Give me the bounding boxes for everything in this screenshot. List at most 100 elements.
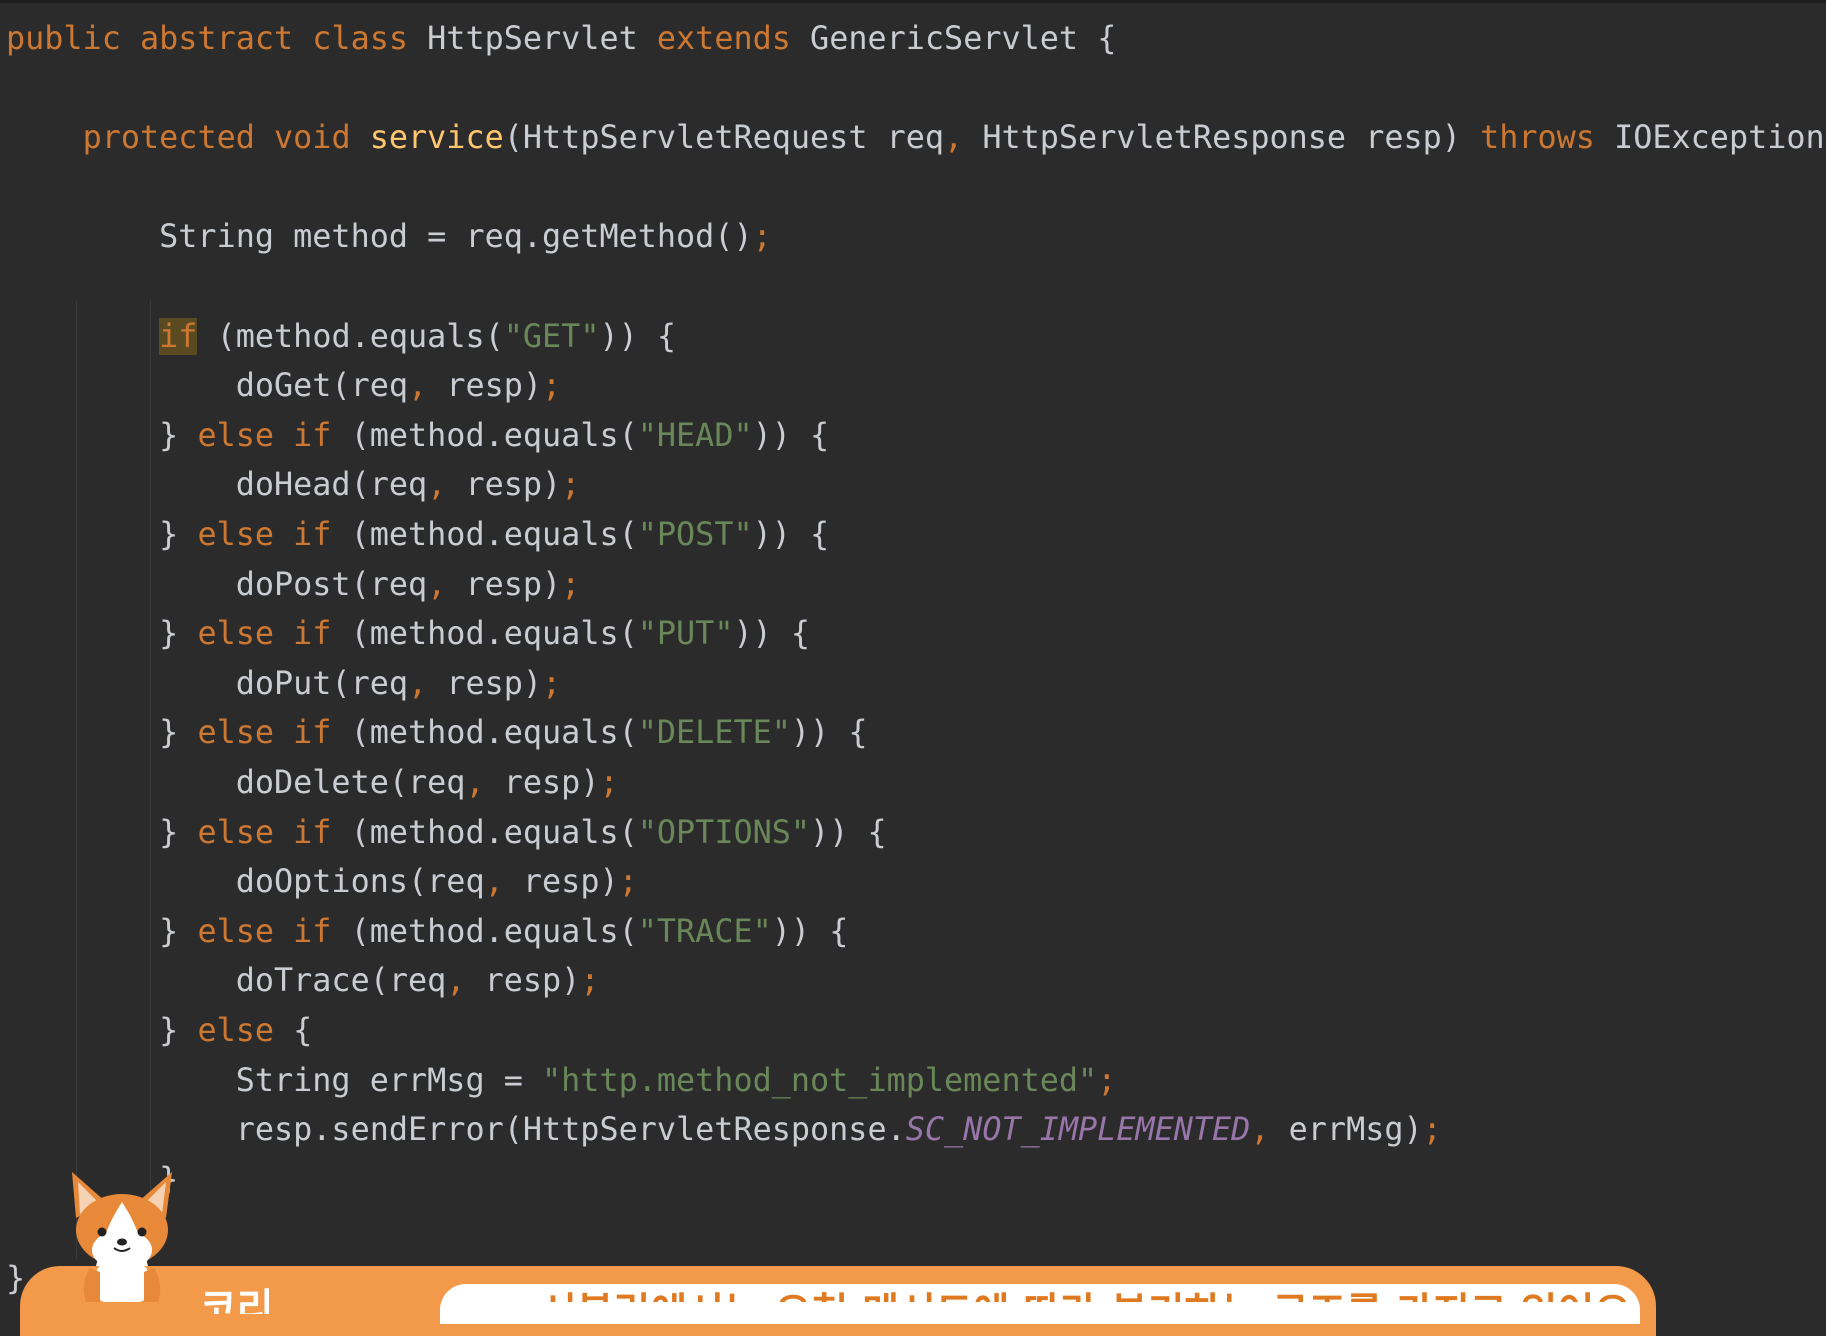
code-token: } [6,714,198,752]
code-token: ; [542,664,562,702]
code-token: (method.equals( [350,714,638,752]
code-token: doHead(req [6,466,428,504]
code-token: )) { [599,317,677,355]
code-token: (method.equals( [197,317,504,355]
code-token: )) { [752,416,830,454]
code-token: { [293,1012,313,1049]
code-line[interactable]: doPost(req, resp); [6,560,581,610]
code-token: IOException { [1614,119,1825,157]
code-line[interactable]: doOptions(req, resp); [6,857,638,907]
code-token: doTrace(req [6,962,447,1000]
code-token: else [197,1012,294,1049]
code-token: } [6,813,198,851]
code-line[interactable]: } else if (method.equals("DELETE")) { [6,708,867,758]
code-token: ; [752,218,772,256]
corgi-mascot-icon [72,1172,172,1302]
code-line[interactable]: } else { [6,1006,312,1056]
code-line[interactable]: doTrace(req, resp); [6,956,600,1006]
code-token: doDelete(req [6,764,466,801]
code-token: )) { [810,813,887,851]
code-line[interactable]: if (method.equals("GET")) { [6,312,676,362]
code-token: , [408,664,447,702]
code-line[interactable]: } else if (method.equals("POST")) { [6,510,829,560]
code-token: )) { [790,714,868,752]
code-line[interactable]: } else if (method.equals("HEAD")) { [6,411,829,461]
code-token: } [6,615,198,653]
code-token: resp) [446,367,543,405]
code-token: (method.equals( [350,912,638,950]
code-token: resp) [503,764,600,801]
code-line[interactable]: } else if (method.equals("PUT")) { [6,609,810,659]
code-token: resp) [484,962,581,1000]
code-token: resp) [465,466,562,504]
code-token: (HttpServletRequest req [503,119,945,157]
code-token: extends [656,20,811,57]
code-token: else if [197,615,351,653]
code-token: SC_NOT_IMPLEMENTED [905,1111,1251,1149]
window-top-edge [0,0,1826,3]
code-token: resp) [446,664,543,702]
code-token: else if [197,813,351,851]
code-token: HttpServletResponse resp) [982,119,1481,157]
code-token: doPut(req [6,664,409,702]
code-token: "PUT" [637,615,734,653]
code-token: ; [618,863,638,901]
code-line[interactable]: doPut(req, resp); [6,659,561,709]
code-line[interactable]: doHead(req, resp); [6,460,581,510]
code-line[interactable]: resp.sendError(HttpServletResponse.SC_NO… [6,1105,1442,1155]
code-token: doGet(req [6,367,409,405]
code-token: ; [561,466,581,504]
code-token: else if [197,912,351,950]
code-token: )) { [752,516,830,553]
code-token: ; [1422,1111,1442,1149]
code-token: "OPTIONS" [637,813,811,851]
code-token: "POST" [637,516,753,553]
code-token: else if [197,416,351,454]
code-token: ; [599,764,619,801]
code-line[interactable]: protected void service(HttpServletReques… [6,113,1826,163]
code-line[interactable]: } else if (method.equals("TRACE")) { [6,907,848,957]
code-token: if [159,317,198,355]
code-token: String errMsg = [6,1061,543,1099]
code-token: (method.equals( [350,615,638,653]
code-token: , [446,962,485,1000]
code-token: , [1250,1111,1289,1149]
code-token: , [427,565,466,603]
code-line[interactable]: String errMsg = "http.method_not_impleme… [6,1056,1117,1106]
code-token: (method.equals( [350,516,638,553]
code-token: doOptions(req [6,863,485,901]
code-token: } [6,416,198,454]
code-token: throws [1480,119,1615,157]
code-line[interactable]: doDelete(req, resp); [6,758,619,808]
code-token: "TRACE" [637,912,772,950]
code-token: )) { [733,615,811,653]
code-token: ; [561,565,581,603]
code-token: GenericServlet { [810,20,1117,57]
code-token: } [6,516,198,553]
code-token: )) { [771,912,849,950]
code-token: } [6,1012,198,1049]
caption-speaker: 코리 [200,1286,274,1314]
code-token: resp.sendError(HttpServletResponse. [6,1111,906,1149]
code-token: else if [197,714,351,752]
code-token: String method = req.getMethod() [6,218,753,256]
code-token: , [427,466,466,504]
code-token: "HEAD" [637,416,753,454]
code-token: , [408,367,447,405]
code-token: "GET" [503,317,600,355]
code-token: protected void [82,119,370,157]
code-line[interactable]: public abstract class HttpServlet extend… [6,14,1116,64]
code-token: , [484,863,523,901]
code-token: resp) [522,863,619,901]
code-line[interactable]: } else if (method.equals("OPTIONS")) { [6,808,887,858]
code-token: errMsg) [1288,1111,1423,1149]
code-token: service [369,119,504,157]
code-line[interactable]: doGet(req, resp); [6,361,561,411]
code-token: "http.method_not_implemented" [542,1061,1098,1099]
code-token: ; [542,367,562,405]
code-token: HttpServlet [427,20,657,57]
caption-text: 서블릿에서는 요청 메서드에 따라 분기하는 구조를 가지고 있어요 [540,1288,1631,1302]
code-line[interactable]: String method = req.getMethod(); [6,212,772,262]
